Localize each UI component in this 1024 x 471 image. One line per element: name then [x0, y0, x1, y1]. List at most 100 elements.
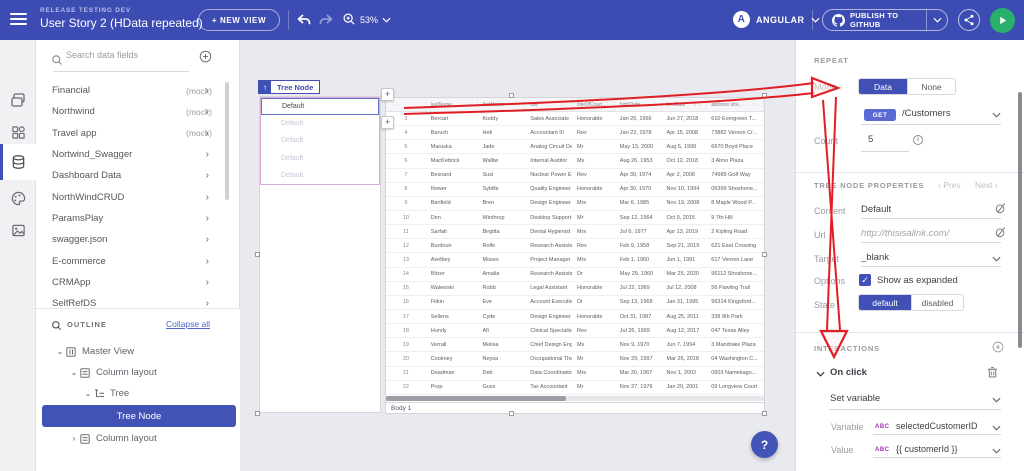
add-interaction-icon[interactable]: [992, 341, 1004, 353]
grid-row[interactable]: 11SarfatiBirgittaDental HygienistMrsJul …: [386, 225, 764, 239]
grid-row[interactable]: 16FitkinEveAccount ExecutiveDrSep 13, 19…: [386, 296, 764, 310]
add-sibling-button[interactable]: +: [381, 116, 394, 129]
grid-row[interactable]: 19VerrallMelisaChief Design Eng...MsNov …: [386, 338, 764, 352]
publish-dropdown-toggle[interactable]: [926, 10, 947, 30]
action-select[interactable]: Set variable: [830, 393, 880, 404]
data-source-item[interactable]: NorthWindCRUD›: [36, 186, 240, 207]
data-list-scrollbar[interactable]: [225, 82, 229, 200]
grid-row[interactable]: 5MaruskaJadeAnalog Circuit De...MrMay 13…: [386, 140, 764, 154]
help-button[interactable]: ?: [751, 431, 778, 458]
grid-header-cell[interactable]: birthDate↑ ⋮: [615, 98, 662, 111]
data-source-item[interactable]: ParamsPlay›: [36, 208, 240, 229]
url-placeholder[interactable]: http://thisisalink.com/: [861, 228, 949, 239]
sort-icon[interactable]: ↑: [466, 102, 468, 107]
undo-icon[interactable]: [296, 12, 312, 28]
selected-component-chip[interactable]: ↑ Tree Node: [258, 80, 320, 94]
state-disabled-button[interactable]: disabled: [911, 295, 963, 310]
tree-node-preview[interactable]: Default: [261, 115, 379, 132]
selection-handle[interactable]: [509, 411, 514, 416]
sort-icon[interactable]: ↑: [606, 102, 608, 107]
grid-row[interactable]: 20CookneyNeysaOccupational The...MrNov 2…: [386, 352, 764, 366]
grid-row[interactable]: 7BesnardSusiNuclear Power E...RevApr 30,…: [386, 169, 764, 183]
grid-header-cell[interactable]: firstName↑ ⋮: [478, 98, 526, 111]
data-source-item[interactable]: Northwind(mock)›: [36, 101, 240, 122]
outline-item-column-layout[interactable]: ⌄Column layout: [36, 362, 240, 383]
kebab-icon[interactable]: ⋮ ↑: [391, 102, 399, 108]
tree-node-preview[interactable]: Default: [261, 98, 379, 115]
data-bind-icon[interactable]: [995, 203, 1006, 214]
grid-row[interactable]: 3BercariKoddySales AssociateHonorableJan…: [386, 112, 764, 126]
grid-header-cell[interactable]: titleOfCourt...↑ ⋮: [572, 98, 615, 111]
tree-node-preview[interactable]: Default: [261, 132, 379, 149]
outline-item-column-layout[interactable]: ›Column layout: [36, 428, 240, 449]
data-source-item[interactable]: E-commerce›: [36, 250, 240, 271]
tree-component[interactable]: DefaultDefaultDefaultDefaultDefault: [259, 96, 381, 413]
info-icon[interactable]: i: [913, 135, 923, 145]
add-data-source-icon[interactable]: [199, 50, 212, 68]
run-preview-button[interactable]: [990, 8, 1015, 33]
expander-icon[interactable]: ›: [68, 434, 80, 443]
outline-item-master-view[interactable]: ⌄Master View: [36, 341, 240, 362]
data-source-item[interactable]: CRMApp›: [36, 272, 240, 293]
next-button[interactable]: Next ›: [975, 180, 998, 190]
theme-icon[interactable]: [0, 182, 36, 214]
outline-item-tree-node[interactable]: Tree Node: [42, 405, 236, 427]
grid-row[interactable]: 4BaruchHetiAccountant IIIRevJan 22, 1978…: [386, 126, 764, 140]
framework-selector[interactable]: A ANGULAR: [733, 11, 820, 28]
mode-none-button[interactable]: None: [907, 79, 955, 94]
grid-horizontal-scrollbar[interactable]: [386, 396, 764, 401]
scrollbar-thumb[interactable]: [386, 396, 566, 401]
expander-icon[interactable]: ⌄: [82, 389, 94, 398]
endpoint-value[interactable]: /Customers: [902, 108, 951, 119]
chevron-down-icon[interactable]: [992, 112, 1001, 118]
kebab-icon[interactable]: ⋮: [517, 102, 522, 107]
data-source-item[interactable]: Dashboard Data›: [36, 165, 240, 186]
images-icon[interactable]: [0, 214, 36, 246]
redo-icon[interactable]: [318, 12, 334, 28]
show-as-expanded-checkbox[interactable]: ✓: [859, 274, 871, 286]
sort-icon[interactable]: ↑: [513, 102, 515, 107]
content-value[interactable]: Default: [861, 204, 891, 215]
outline-item-tree[interactable]: ⌄Tree: [36, 383, 240, 404]
chevron-down-icon[interactable]: [992, 256, 1001, 262]
event-name[interactable]: On click: [830, 367, 867, 378]
grid-header-cell[interactable]: title↑ ⋮: [525, 98, 572, 111]
right-panel-scrollbar[interactable]: [1018, 92, 1022, 348]
sort-icon[interactable]: ↑: [650, 102, 652, 107]
chevron-down-icon[interactable]: [992, 397, 1001, 403]
kebab-icon[interactable]: ⋮: [564, 102, 569, 107]
selection-handle[interactable]: [762, 411, 767, 416]
kebab-icon[interactable]: ⋮: [756, 102, 761, 107]
views-icon[interactable]: [0, 84, 36, 116]
data-grid[interactable]: ⋮ ↑lastName↑ ⋮firstName↑ ⋮title↑ ⋮titleO…: [385, 97, 765, 414]
data-source-item[interactable]: Financial(mock)›: [36, 80, 240, 101]
grid-header-cell[interactable]: address stre...↑ ⋮: [706, 98, 764, 111]
tree-node-preview[interactable]: Default: [261, 167, 379, 184]
kebab-icon[interactable]: ⋮: [698, 102, 703, 107]
publish-to-github-button[interactable]: PUBLISH TO GITHUB: [822, 9, 948, 31]
chevron-down-icon[interactable]: [992, 425, 1001, 431]
grid-row[interactable]: 15WalewskiRobbLegal AssistantHonorableJu…: [386, 282, 764, 296]
grid-row[interactable]: 18HundyAfiClinical SpecialistRevJul 26, …: [386, 324, 764, 338]
data-source-item[interactable]: Travel app(mock)›: [36, 123, 240, 144]
grid-row[interactable]: 9BanfieldBrenDesign EngineerMrsMar 6, 19…: [386, 197, 764, 211]
add-sibling-button[interactable]: +: [381, 88, 394, 101]
grid-header-cell[interactable]: hireDate↑ ⋮: [662, 98, 707, 111]
sort-icon[interactable]: ↑: [560, 102, 562, 107]
grid-row[interactable]: 14BitzerAmaliaResearch Assista...DrMay 2…: [386, 268, 764, 282]
data-bind-icon[interactable]: [995, 227, 1006, 238]
grid-row[interactable]: 8NowerSybilleQuality EngineerHonorableAp…: [386, 183, 764, 197]
data-source-item[interactable]: swagger.json›: [36, 229, 240, 250]
selection-handle[interactable]: [509, 93, 514, 98]
target-value[interactable]: _blank: [861, 252, 889, 263]
selection-handle[interactable]: [762, 93, 767, 98]
new-view-button[interactable]: + NEW VIEW: [198, 9, 280, 31]
kebab-icon[interactable]: ⋮: [469, 102, 474, 107]
data-source-item[interactable]: Nortwind_Swagger›: [36, 144, 240, 165]
kebab-icon[interactable]: ⋮: [610, 102, 615, 107]
mode-data-button[interactable]: Data: [859, 79, 907, 94]
outline-search-icon[interactable]: [51, 318, 62, 336]
grid-row[interactable]: 6MacKettrickWalliwInternal AuditorMsAug …: [386, 154, 764, 168]
selection-handle[interactable]: [255, 252, 260, 257]
prev-button[interactable]: ‹ Prev: [938, 180, 961, 190]
